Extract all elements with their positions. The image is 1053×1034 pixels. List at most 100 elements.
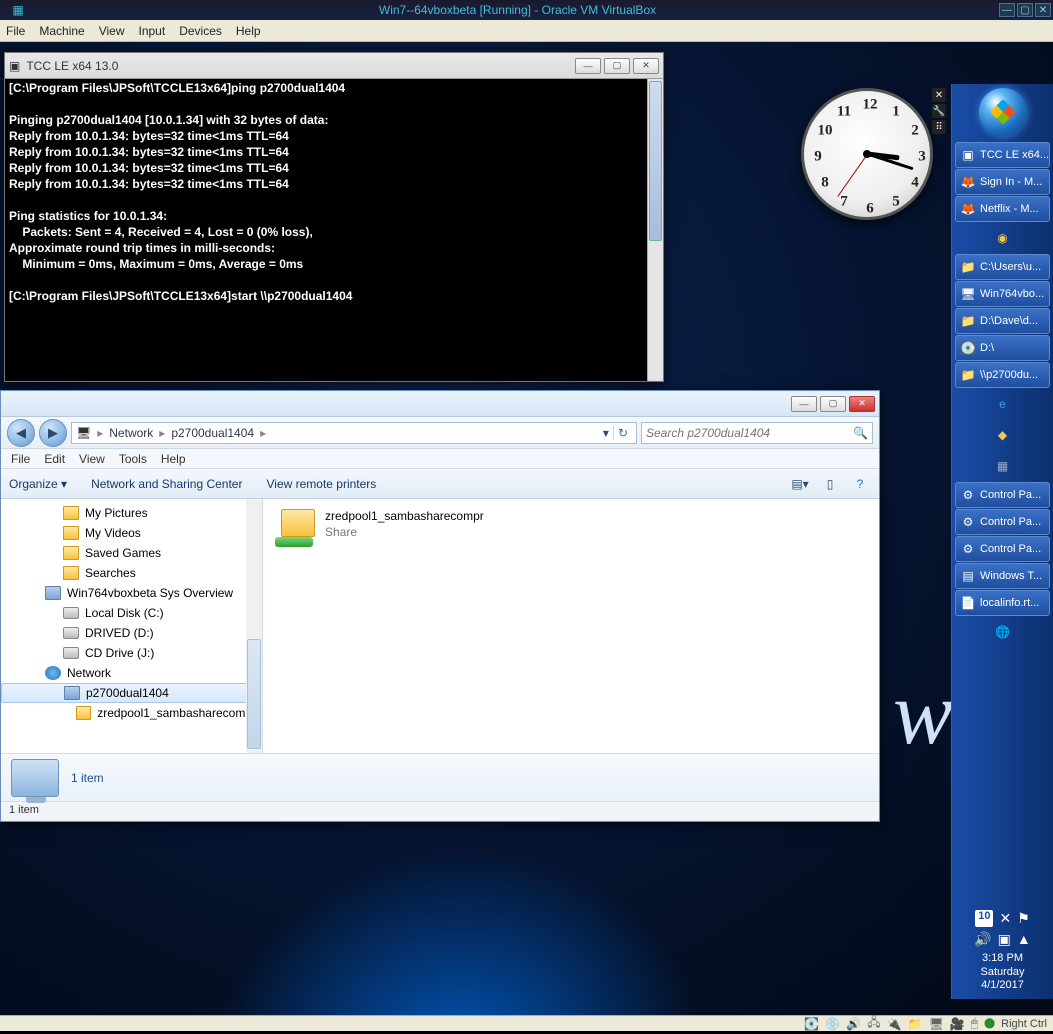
tree-scroll-thumb[interactable] xyxy=(247,639,261,749)
taskbar-button[interactable]: ▦ xyxy=(955,451,1050,481)
tray-icon[interactable]: ✕ xyxy=(999,910,1011,927)
view-remote-printers-link[interactable]: View remote printers xyxy=(266,477,376,491)
vbox-menu-devices[interactable]: Devices xyxy=(179,24,222,38)
taskbar-button[interactable]: ⚙Control Pa... xyxy=(955,482,1050,508)
vbox-optical-icon[interactable]: 💿 xyxy=(825,1017,840,1031)
content-pane[interactable]: zredpool1_sambasharecompr Share xyxy=(263,499,879,753)
tree-item[interactable]: DRIVED (D:) xyxy=(1,623,262,643)
tree-item[interactable]: zredpool1_sambasharecompr xyxy=(1,703,262,723)
tray-icon[interactable]: ▲ xyxy=(1017,931,1031,948)
vbox-mouse-icon[interactable]: 🖱 xyxy=(971,1016,978,1031)
taskbar-button[interactable]: ▤Windows T... xyxy=(955,563,1050,589)
search-icon[interactable]: 🔍 xyxy=(853,426,868,440)
taskbar-button[interactable]: 📁\\p2700du... xyxy=(955,362,1050,388)
tree-item[interactable]: My Videos xyxy=(1,523,262,543)
vbox-close-button[interactable]: ✕ xyxy=(1035,3,1051,17)
taskbar-button[interactable]: ◉ xyxy=(955,223,1050,253)
menu-help[interactable]: Help xyxy=(161,452,186,466)
taskbar-button[interactable]: 📁C:\Users\u... xyxy=(955,254,1050,280)
nav-forward-button[interactable]: ▶ xyxy=(39,419,67,447)
explorer-close-button[interactable]: ✕ xyxy=(849,396,875,412)
taskbar-button[interactable]: ▣TCC LE x64... xyxy=(955,142,1050,168)
menu-tools[interactable]: Tools xyxy=(119,452,147,466)
explorer-titlebar[interactable]: — ▢ ✕ xyxy=(1,391,879,417)
tcc-maximize-button[interactable]: ▢ xyxy=(604,58,630,74)
nav-back-button[interactable]: ◀ xyxy=(7,419,35,447)
vbox-display-icon[interactable]: 🖥 xyxy=(929,1017,944,1031)
tree-item[interactable]: CD Drive (J:) xyxy=(1,643,262,663)
search-box[interactable]: 🔍 xyxy=(641,422,873,444)
taskbar-button[interactable]: 🌐 xyxy=(955,617,1050,647)
taskbar-button[interactable]: 🦊Netflix - M... xyxy=(955,196,1050,222)
vbox-usb-icon[interactable]: 🔌 xyxy=(887,1017,902,1031)
tray-icon[interactable]: ▣ xyxy=(998,931,1011,948)
breadcrumb-network[interactable]: Network xyxy=(109,426,153,440)
taskbar-button[interactable]: ◆ xyxy=(955,420,1050,450)
vbox-hdd-icon[interactable]: 💽 xyxy=(804,1017,819,1031)
taskbar-button[interactable]: 🖥Win764vbo... xyxy=(955,281,1050,307)
vbox-recording-icon[interactable]: 🎥 xyxy=(950,1017,965,1031)
taskbar-button[interactable]: ⚙Control Pa... xyxy=(955,509,1050,535)
vbox-minimize-button[interactable]: — xyxy=(999,3,1015,17)
menu-view[interactable]: View xyxy=(79,452,105,466)
tree-item[interactable]: Network xyxy=(1,663,262,683)
tray-icon[interactable]: ⚑ xyxy=(1017,910,1030,927)
tcc-scroll-thumb[interactable] xyxy=(649,81,662,241)
vbox-menu-input[interactable]: Input xyxy=(139,24,166,38)
vbox-maximize-button[interactable]: ▢ xyxy=(1017,3,1033,17)
start-button[interactable] xyxy=(979,88,1027,136)
taskbar-button[interactable]: ⚙Control Pa... xyxy=(955,536,1050,562)
tree-item[interactable]: Searches xyxy=(1,563,262,583)
windows-taskbar[interactable]: ▣TCC LE x64...🦊Sign In - M...🦊Netflix - … xyxy=(951,84,1053,999)
breadcrumb-host[interactable]: p2700dual1404 xyxy=(171,426,254,440)
system-tray[interactable]: 10 ✕ ⚑ 🔊 ▣ ▲ 3:18 PM Saturday 4/1/2017 xyxy=(952,906,1053,999)
explorer-minimize-button[interactable]: — xyxy=(791,396,817,412)
address-bar[interactable]: 🖥▸ Network▸ p2700dual1404▸ ▾ ↻ xyxy=(71,422,637,444)
view-options-button[interactable]: ▤▾ xyxy=(789,474,811,494)
taskbar-button[interactable]: 🦊Sign In - M... xyxy=(955,169,1050,195)
tcc-window[interactable]: ▣ TCC LE x64 13.0 — ▢ ✕ [C:\Program File… xyxy=(4,52,664,382)
tree-item[interactable]: Win764vboxbeta Sys Overview xyxy=(1,583,262,603)
tree-item[interactable]: My Pictures xyxy=(1,503,262,523)
vbox-menu-help[interactable]: Help xyxy=(236,24,261,38)
guest-desktop[interactable]: w 121234567891011 ✕ 🔧 ⠿ ▣ TCC LE x64 13.… xyxy=(0,42,1053,1015)
vbox-menu-view[interactable]: View xyxy=(99,24,125,38)
gadget-drag-handle[interactable]: ⠿ xyxy=(932,120,946,134)
refresh-button[interactable]: ↻ xyxy=(613,426,632,440)
tcc-titlebar[interactable]: ▣ TCC LE x64 13.0 — ▢ ✕ xyxy=(5,53,663,79)
preview-pane-button[interactable]: ▯ xyxy=(819,474,841,494)
tcc-scrollbar[interactable] xyxy=(647,79,663,381)
explorer-maximize-button[interactable]: ▢ xyxy=(820,396,846,412)
network-sharing-center-link[interactable]: Network and Sharing Center xyxy=(91,477,242,491)
tcc-console-output[interactable]: [C:\Program Files\JPSoft\TCCLE13x64]ping… xyxy=(5,79,663,381)
clock-gadget[interactable]: 121234567891011 xyxy=(801,88,933,220)
gadget-close-button[interactable]: ✕ xyxy=(932,88,946,102)
taskbar-button[interactable]: 📄localinfo.rt... xyxy=(955,590,1050,616)
tree-item[interactable]: Local Disk (C:) xyxy=(1,603,262,623)
vbox-audio-icon[interactable]: 🔊 xyxy=(846,1017,861,1031)
taskbar-button[interactable]: 📁D:\Dave\d... xyxy=(955,308,1050,334)
clock-readout[interactable]: 3:18 PM Saturday 4/1/2017 xyxy=(980,952,1024,993)
tree-item[interactable]: Saved Games xyxy=(1,543,262,563)
explorer-window-controls: — ▢ ✕ xyxy=(791,396,875,412)
tree-item[interactable]: p2700dual1404 xyxy=(1,683,262,703)
tree-scrollbar[interactable] xyxy=(246,499,262,753)
notification-count-badge[interactable]: 10 xyxy=(975,910,993,927)
organize-menu[interactable]: Organize ▾ xyxy=(9,477,67,491)
taskbar-button[interactable]: e xyxy=(955,389,1050,419)
explorer-window[interactable]: — ▢ ✕ ◀ ▶ 🖥▸ Network▸ p2700dual1404▸ ▾ ↻… xyxy=(0,390,880,822)
volume-icon[interactable]: 🔊 xyxy=(974,931,991,948)
menu-file[interactable]: File xyxy=(11,452,30,466)
help-button[interactable]: ? xyxy=(849,474,871,494)
vbox-menu-file[interactable]: File xyxy=(6,24,25,38)
vbox-menu-machine[interactable]: Machine xyxy=(39,24,84,38)
tcc-close-button[interactable]: ✕ xyxy=(633,58,659,74)
vbox-shared-folders-icon[interactable]: 📁 xyxy=(908,1017,923,1031)
share-item[interactable]: zredpool1_sambasharecompr Share xyxy=(275,509,867,547)
menu-edit[interactable]: Edit xyxy=(44,452,65,466)
search-input[interactable] xyxy=(646,426,847,440)
gadget-settings-button[interactable]: 🔧 xyxy=(932,104,946,118)
taskbar-button[interactable]: 💽D:\ xyxy=(955,335,1050,361)
tcc-minimize-button[interactable]: — xyxy=(575,58,601,74)
navigation-tree[interactable]: My PicturesMy VideosSaved GamesSearchesW… xyxy=(1,499,263,753)
